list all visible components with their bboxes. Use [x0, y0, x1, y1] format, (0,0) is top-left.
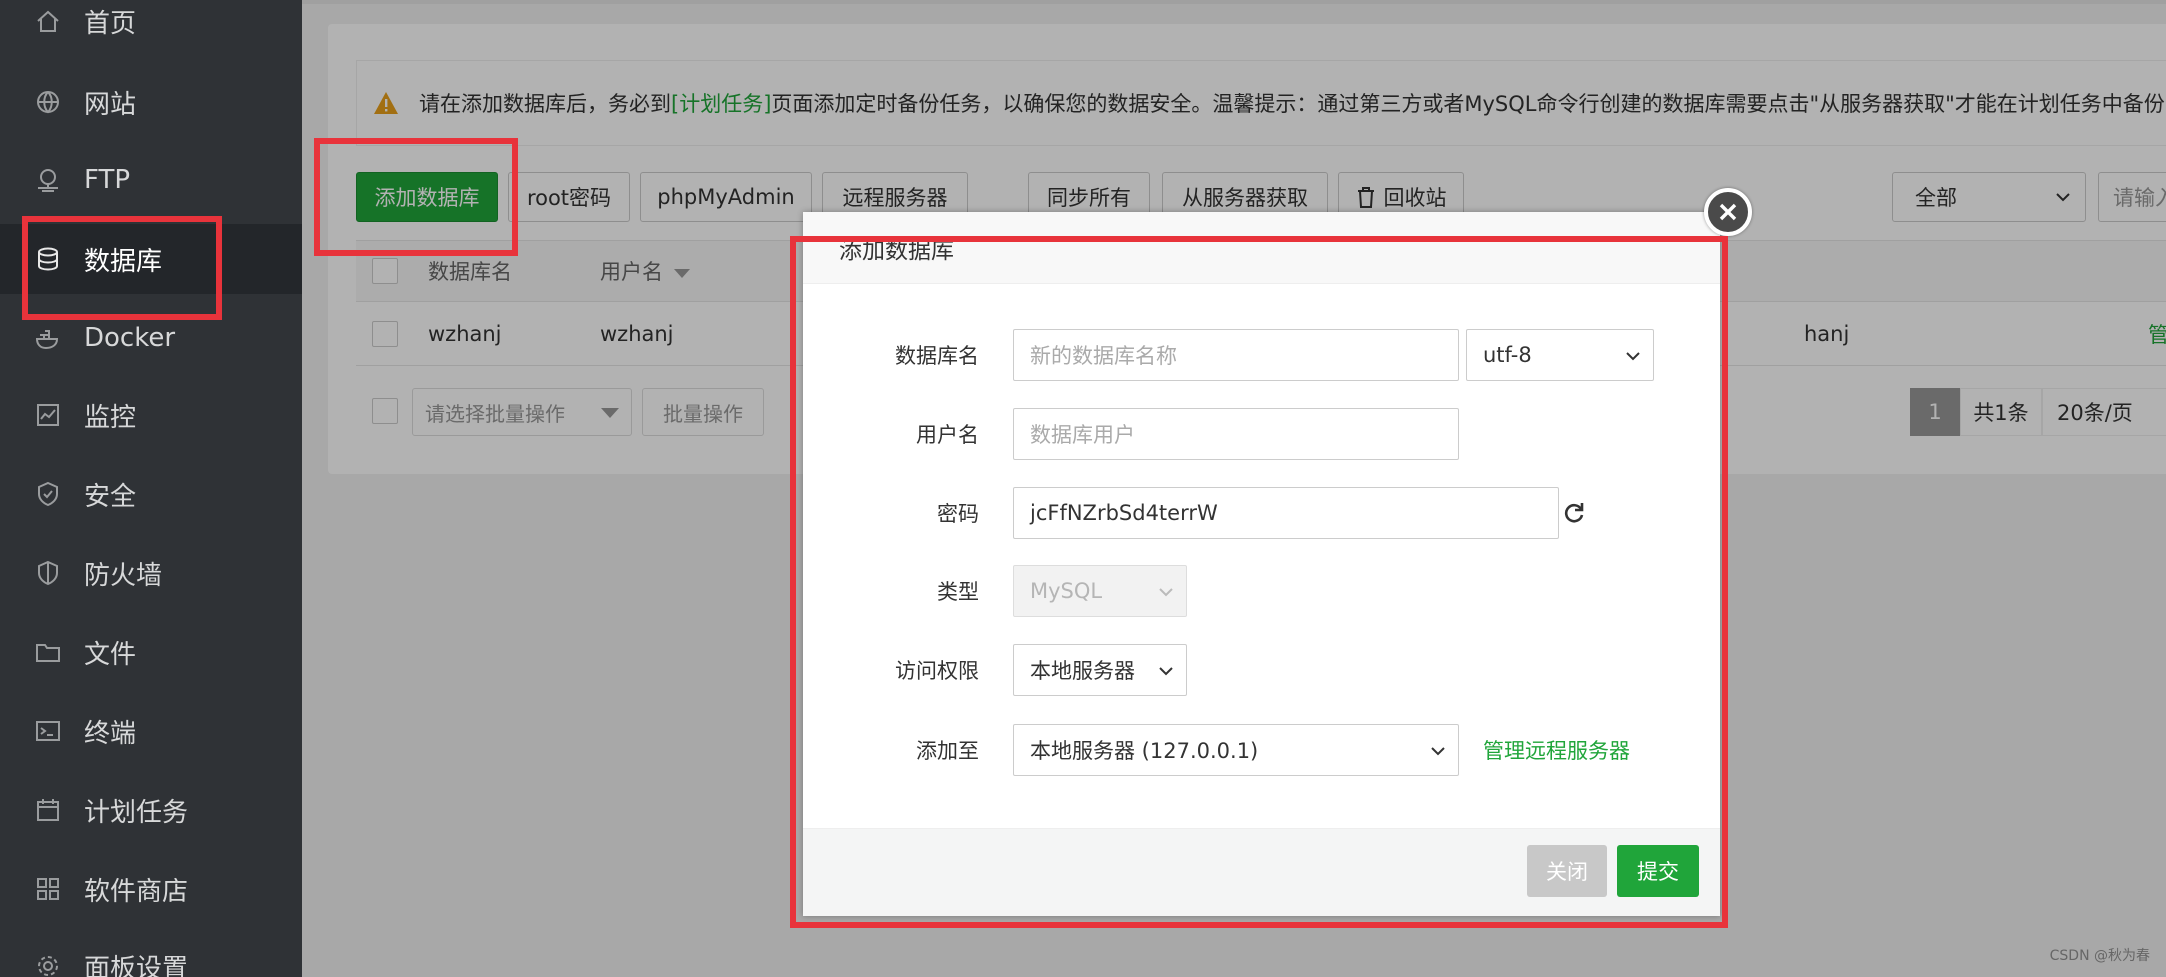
annotation-box-add-button: [314, 138, 518, 256]
docker-icon: [34, 324, 62, 352]
sidebar-item-label: 计划任务: [84, 797, 189, 828]
sidebar-item-terminal[interactable]: 终端: [0, 696, 302, 766]
home-icon: [34, 7, 62, 35]
sidebar-item-label: 安全: [84, 481, 137, 512]
terminal-icon: [34, 717, 62, 745]
annotation-box-sidebar: [22, 216, 222, 320]
sidebar-item-files[interactable]: 文件: [0, 617, 302, 687]
ftp-icon: [34, 166, 62, 194]
sidebar-item-store[interactable]: 软件商店: [0, 854, 302, 924]
globe-icon: [34, 88, 62, 116]
sidebar-item-firewall[interactable]: 防火墙: [0, 538, 302, 608]
sidebar-item-label: 终端: [84, 718, 137, 749]
sidebar-item-label: 网站: [84, 89, 137, 120]
sidebar-item-label: 防火墙: [84, 560, 163, 591]
sidebar-item-label: Docker: [84, 323, 176, 353]
sidebar-item-label: 面板设置: [84, 953, 189, 977]
annotation-box-dialog: [790, 236, 1728, 928]
sidebar-item-monitor[interactable]: 监控: [0, 380, 302, 450]
sidebar-item-label: 文件: [84, 639, 137, 670]
folder-icon: [34, 638, 62, 666]
shield-icon: [34, 480, 62, 508]
sidebar-item-ftp[interactable]: FTP: [0, 145, 302, 215]
dialog-close-button[interactable]: [1704, 188, 1752, 236]
firewall-icon: [34, 559, 62, 587]
close-icon: [1719, 203, 1737, 221]
sidebar-item-label: 首页: [84, 8, 137, 39]
gear-icon: [34, 952, 62, 977]
sidebar-item-label: FTP: [84, 165, 131, 195]
sidebar-item-website[interactable]: 网站: [0, 67, 302, 137]
sidebar-item-security[interactable]: 安全: [0, 459, 302, 529]
sidebar-item-home[interactable]: 首页: [0, 0, 302, 56]
calendar-icon: [34, 796, 62, 824]
sidebar: 首页 网站 FTP 数据库 Docker 监控 安全 防火墙 文件 终端 计划任…: [0, 0, 302, 977]
sidebar-item-label: 监控: [84, 402, 137, 433]
watermark: CSDN @秋为春: [2049, 948, 2150, 964]
sidebar-item-label: 软件商店: [84, 876, 189, 907]
monitor-icon: [34, 401, 62, 429]
apps-icon: [34, 875, 62, 903]
sidebar-item-settings[interactable]: 面板设置: [0, 931, 302, 977]
sidebar-item-cron[interactable]: 计划任务: [0, 775, 302, 845]
